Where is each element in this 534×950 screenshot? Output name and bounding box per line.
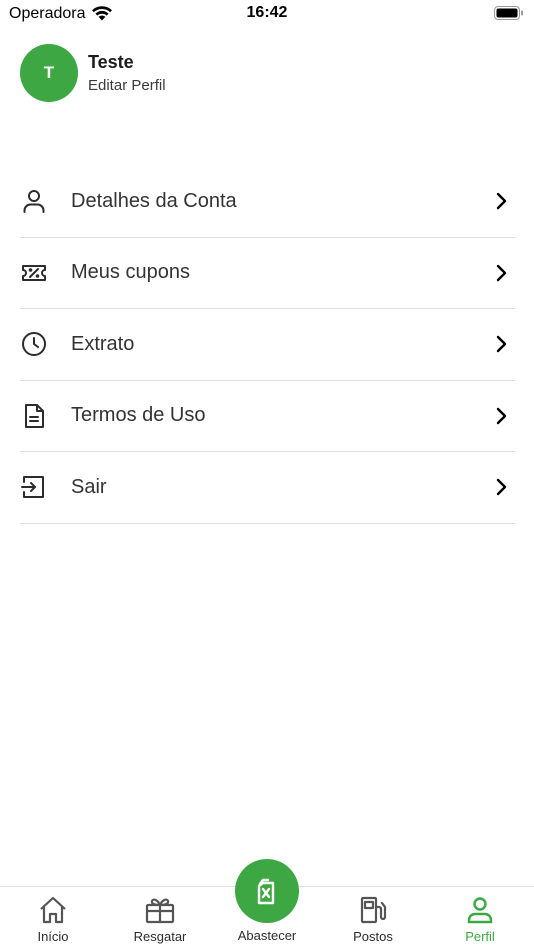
menu-item-statement[interactable]: Extrato xyxy=(20,309,515,381)
status-bar: Operadora 16:42 xyxy=(0,0,534,30)
edit-profile-link[interactable]: Editar Perfil xyxy=(88,77,166,94)
menu-item-logout[interactable]: Sair xyxy=(20,452,515,524)
chevron-right-icon xyxy=(496,336,507,353)
battery-icon xyxy=(494,6,523,20)
gift-icon xyxy=(145,895,175,925)
menu-item-label: Meus cupons xyxy=(71,261,190,284)
avatar-initial: T xyxy=(43,63,55,82)
clock-icon xyxy=(20,330,48,358)
user-icon xyxy=(465,895,495,925)
profile-menu: Detalhes da Conta Meus cupons Extrato Te… xyxy=(20,166,515,524)
menu-item-label: Extrato xyxy=(71,332,135,355)
user-icon xyxy=(20,187,48,215)
tab-stations[interactable]: Postos xyxy=(320,890,426,944)
chevron-right-icon xyxy=(496,193,507,210)
menu-item-label: Detalhes da Conta xyxy=(71,189,237,212)
chevron-right-icon xyxy=(496,479,507,496)
refuel-button[interactable] xyxy=(235,859,299,923)
tab-profile[interactable]: Perfil xyxy=(427,890,533,944)
tab-home[interactable]: Início xyxy=(0,890,106,944)
tab-redeem[interactable]: Resgatar xyxy=(107,890,213,944)
document-icon xyxy=(20,402,48,430)
menu-item-coupons[interactable]: Meus cupons xyxy=(20,238,515,309)
coupon-icon xyxy=(20,259,48,287)
profile-info: Teste Editar Perfil xyxy=(88,52,166,94)
gas-station-icon xyxy=(358,895,388,925)
menu-item-terms[interactable]: Termos de Uso xyxy=(20,381,515,452)
menu-item-label: Termos de Uso xyxy=(71,404,206,427)
chevron-right-icon xyxy=(496,407,507,424)
tab-label: Início xyxy=(37,929,69,944)
refuel-label: Abastecer xyxy=(237,928,297,943)
fuel-can-icon xyxy=(257,878,275,905)
chevron-right-icon xyxy=(496,264,507,281)
tab-label: Postos xyxy=(353,929,393,944)
home-icon xyxy=(38,895,68,925)
tab-label: Resgatar xyxy=(133,929,187,944)
profile-screen: Operadora 16:42 T Teste Editar Perfil De… xyxy=(0,0,534,950)
tab-label: Perfil xyxy=(465,929,495,944)
menu-item-label: Sair xyxy=(71,475,107,498)
profile-header[interactable]: T Teste Editar Perfil xyxy=(20,44,166,102)
profile-name: Teste xyxy=(88,52,134,72)
clock: 16:42 xyxy=(246,4,288,21)
avatar[interactable]: T xyxy=(20,44,78,102)
menu-item-account-details[interactable]: Detalhes da Conta xyxy=(20,166,515,238)
logout-icon xyxy=(20,473,48,501)
